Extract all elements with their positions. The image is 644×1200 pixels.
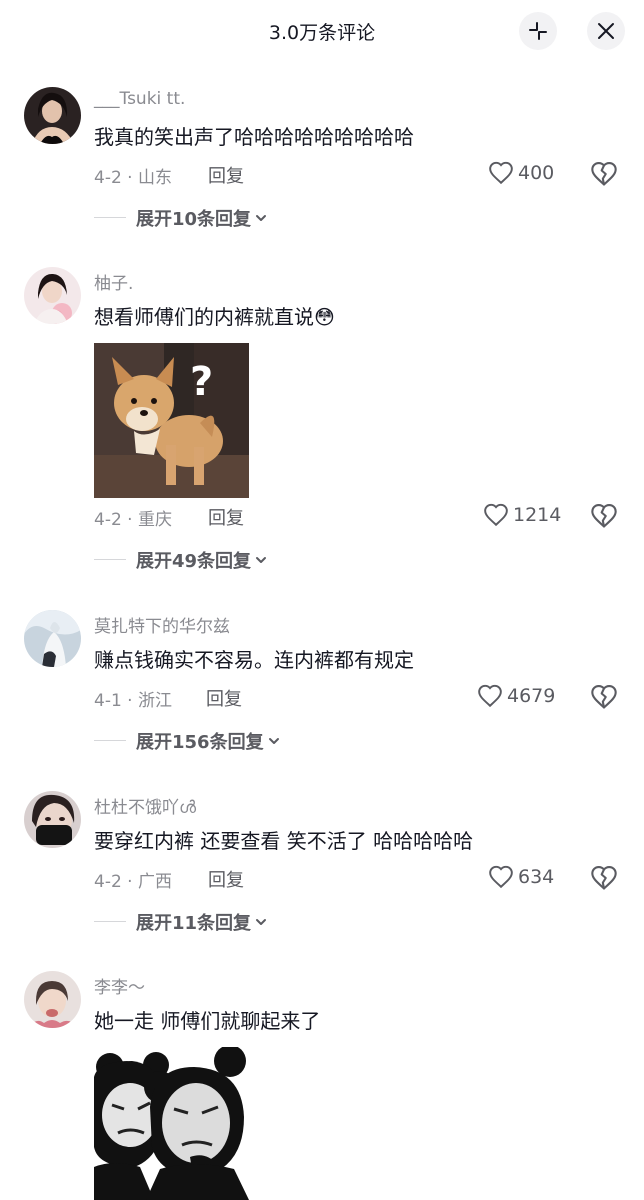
expand-replies-label: 展开49条回复 [136,551,252,572]
like-button[interactable]: 1214 [483,503,561,527]
comment-username[interactable]: 莫扎特下的华尔兹 [94,612,230,637]
expand-replies-button[interactable]: 展开10条回复 [136,205,268,231]
comment-date-location: 4-2 · 山东 [94,168,172,188]
dislike-button[interactable] [590,503,618,533]
collapse-icon [529,22,547,40]
reply-button[interactable]: 回复 [208,162,244,188]
expand-replies: 展开10条回复 [0,205,644,231]
comment-meta: 4-2 · 山东 回复 400 [0,161,644,189]
broken-heart-icon [591,503,617,528]
expand-replies-label: 展开156条回复 [136,732,264,753]
comment-text: 她一走 师傅们就聊起来了 [94,1009,321,1033]
heart-outline-icon [484,503,508,527]
broken-heart-icon [591,161,617,186]
comment-username[interactable]: 杜杜不饿吖ൾ [94,793,196,818]
expand-replies-button[interactable]: 展开11条回复 [136,909,268,935]
divider [94,921,126,922]
close-icon [598,23,614,39]
expand-replies: 展开156条回复 [0,728,644,754]
comment-text: 想看师傅们的内裤就直说😳 [94,301,335,330]
chevron-down-icon [256,215,267,221]
like-button[interactable]: 4679 [477,684,555,708]
dislike-button[interactable] [590,161,618,191]
like-count: 634 [518,866,555,888]
avatar[interactable] [24,267,81,324]
expand-replies-button[interactable]: 展开156条回复 [136,728,281,754]
reply-button[interactable]: 回复 [208,866,244,892]
comment-text: 我真的笑出声了哈哈哈哈哈哈哈哈哈 [94,125,414,149]
comment-text-body: 想看师傅们的内裤就直说 [94,305,314,329]
dislike-button[interactable] [590,684,618,714]
comment-date-location: 4-2 · 重庆 [94,510,172,530]
like-count: 400 [518,162,555,184]
comment-text: 要穿红内裤 还要查看 笑不活了 哈哈哈哈哈 [94,829,474,853]
comment-text: 赚点钱确实不容易。连内裤都有规定 [94,648,414,672]
like-button[interactable]: 400 [488,161,554,185]
comment-date-location: 4-2 · 广西 [94,872,172,892]
expand-replies-button[interactable]: 展开49条回复 [136,547,268,573]
chevron-down-icon [256,557,267,563]
comments-header: 3.0万条评论 [0,0,644,64]
comment-username[interactable]: ___Tsuki tt. [94,89,185,109]
heart-outline-icon [478,684,502,708]
image-overlay-question-mark: ? [190,359,214,405]
comment-meta: 4-1 · 浙江 回复 4679 [0,684,644,712]
avatar[interactable] [24,610,81,667]
like-count: 4679 [507,685,556,707]
avatar[interactable] [24,87,81,144]
comment-username[interactable]: 李李～ [94,973,145,998]
flushed-face-emoji: 😳 [314,305,335,329]
comment-username[interactable]: 柚子. [94,269,133,294]
divider [94,740,126,741]
heart-outline-icon [489,161,513,185]
heart-outline-icon [489,865,513,889]
expand-replies-label: 展开11条回复 [136,913,252,934]
like-count: 1214 [513,504,562,526]
comment-image-panda-meme[interactable] [94,1047,249,1200]
like-button[interactable]: 634 [488,865,554,889]
chevron-down-icon [256,919,267,925]
reply-button[interactable]: 回复 [208,504,244,530]
avatar[interactable] [24,791,81,848]
dislike-button[interactable] [590,865,618,895]
divider [94,217,126,218]
expand-replies-label: 展开10条回复 [136,209,252,230]
avatar[interactable] [24,971,81,1028]
reply-button[interactable]: 回复 [206,685,242,711]
comment-date-location: 4-1 · 浙江 [94,691,172,711]
broken-heart-icon [591,684,617,709]
collapse-button[interactable] [519,12,557,50]
comment-meta: 4-2 · 重庆 回复 1214 [0,503,644,531]
close-button[interactable] [587,12,625,50]
comment-image-shiba-meme[interactable]: ? [94,343,249,498]
expand-replies: 展开11条回复 [0,909,644,935]
chevron-down-icon [268,738,279,744]
comment-meta: 4-2 · 广西 回复 634 [0,865,644,893]
divider [94,559,126,560]
expand-replies: 展开49条回复 [0,547,644,573]
broken-heart-icon [591,865,617,890]
